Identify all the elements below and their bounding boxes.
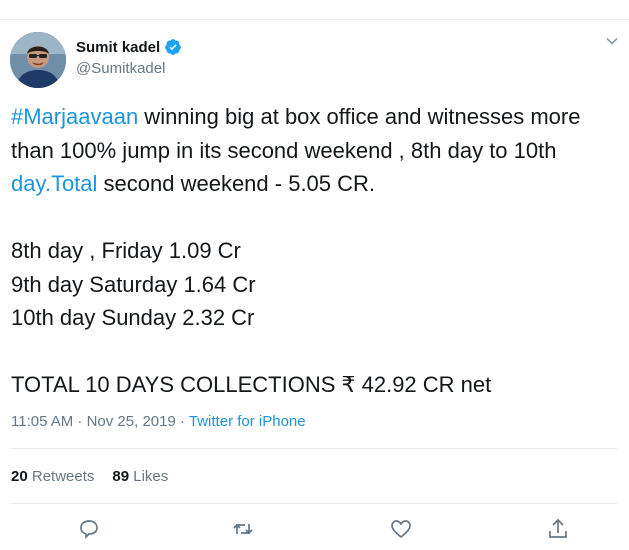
source-link[interactable]: Twitter for iPhone (189, 413, 306, 430)
caret-down-icon[interactable] (605, 34, 619, 48)
action-bar (0, 515, 629, 550)
like-icon[interactable] (389, 517, 413, 541)
verified-icon (164, 38, 182, 56)
top-divider (0, 0, 629, 20)
display-name[interactable]: Sumit kadel (76, 39, 160, 56)
avatar[interactable] (10, 32, 66, 88)
likes-label: Likes (133, 468, 169, 485)
likes-count: 89 (112, 468, 130, 485)
divider (11, 503, 617, 504)
likes-stat[interactable]: 89 Likes (112, 468, 168, 485)
share-icon[interactable] (546, 517, 570, 541)
tweet-text: #Marjaavaan winning big at box office an… (11, 100, 621, 402)
tweet-meta: 11:05 AM · Nov 25, 2019 · Twitter for iP… (11, 413, 306, 430)
avatar-image (10, 32, 66, 88)
name-row: Sumit kadel (76, 37, 182, 57)
divider (11, 448, 617, 449)
retweet-icon[interactable] (231, 517, 255, 541)
tweet-stats: 20 Retweets 89 Likes (11, 468, 168, 485)
tweet-text-part2: second weekend - 5.05 CR. 8th day , Frid… (11, 171, 492, 397)
retweets-label: Retweets (31, 468, 95, 485)
reply-icon[interactable] (77, 517, 101, 541)
user-meta: Sumit kadel @Sumitkadel (76, 37, 182, 77)
hashtag-link[interactable]: #Marjaavaan (11, 104, 138, 129)
inline-link[interactable]: day.Total (11, 171, 97, 196)
timestamp[interactable]: 11:05 AM · Nov 25, 2019 · (11, 413, 189, 430)
retweets-count: 20 (11, 468, 28, 485)
retweets-stat[interactable]: 20 Retweets (11, 468, 94, 485)
user-handle[interactable]: @Sumitkadel (76, 60, 182, 77)
tweet-header: Sumit kadel @Sumitkadel (10, 32, 619, 90)
